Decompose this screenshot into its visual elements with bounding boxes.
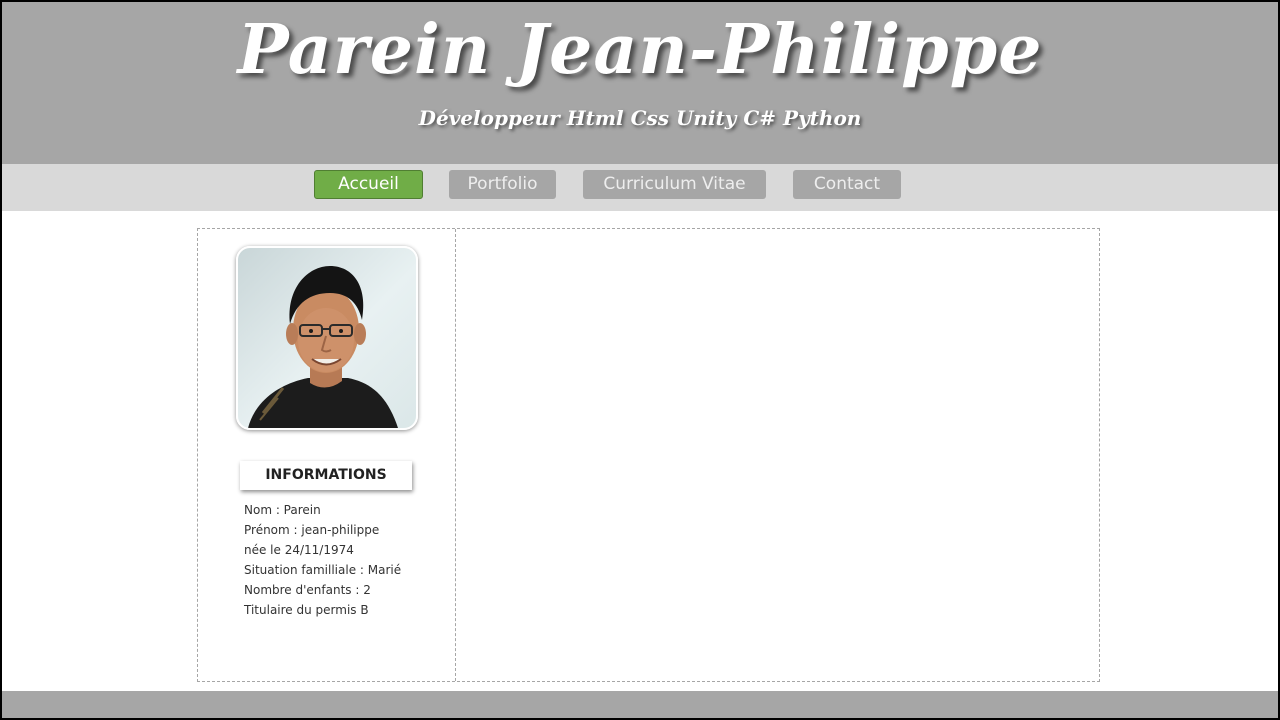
nav-accueil-button[interactable]: Accueil: [314, 170, 423, 199]
info-nombre-enfants: Nombre d'enfants : 2: [244, 583, 371, 597]
page: Parein Jean-Philippe Développeur Html Cs…: [2, 2, 1278, 718]
main-content-area: [456, 229, 1099, 681]
informations-list: Nom : Parein Prénom : jean-philippe née …: [244, 500, 401, 620]
nav-contact-button[interactable]: Contact: [793, 170, 901, 199]
sidebar: INFORMATIONS Nom : Parein Prénom : jean-…: [198, 229, 456, 681]
info-nom: Nom : Parein: [244, 503, 321, 517]
info-date-naissance: née le 24/11/1974: [244, 543, 354, 557]
info-prenom: Prénom : jean-philippe: [244, 523, 380, 537]
profile-photo: [236, 246, 418, 430]
info-permis: Titulaire du permis B: [244, 603, 369, 617]
site-title: Parein Jean-Philippe: [237, 10, 1043, 90]
nav-curriculum-vitae-button[interactable]: Curriculum Vitae: [583, 170, 766, 199]
content-box: INFORMATIONS Nom : Parein Prénom : jean-…: [197, 228, 1100, 682]
portrait-image: [248, 266, 398, 428]
footer: [2, 691, 1278, 718]
site-subtitle: Développeur Html Css Unity C# Python: [418, 106, 862, 130]
header: Parein Jean-Philippe Développeur Html Cs…: [2, 2, 1278, 164]
nav-portfolio-button[interactable]: Portfolio: [449, 170, 556, 199]
info-situation-familiale: Situation familliale : Marié: [244, 563, 402, 577]
navbar: Accueil Portfolio Curriculum Vitae Conta…: [2, 164, 1278, 211]
informations-heading: INFORMATIONS: [240, 461, 412, 490]
